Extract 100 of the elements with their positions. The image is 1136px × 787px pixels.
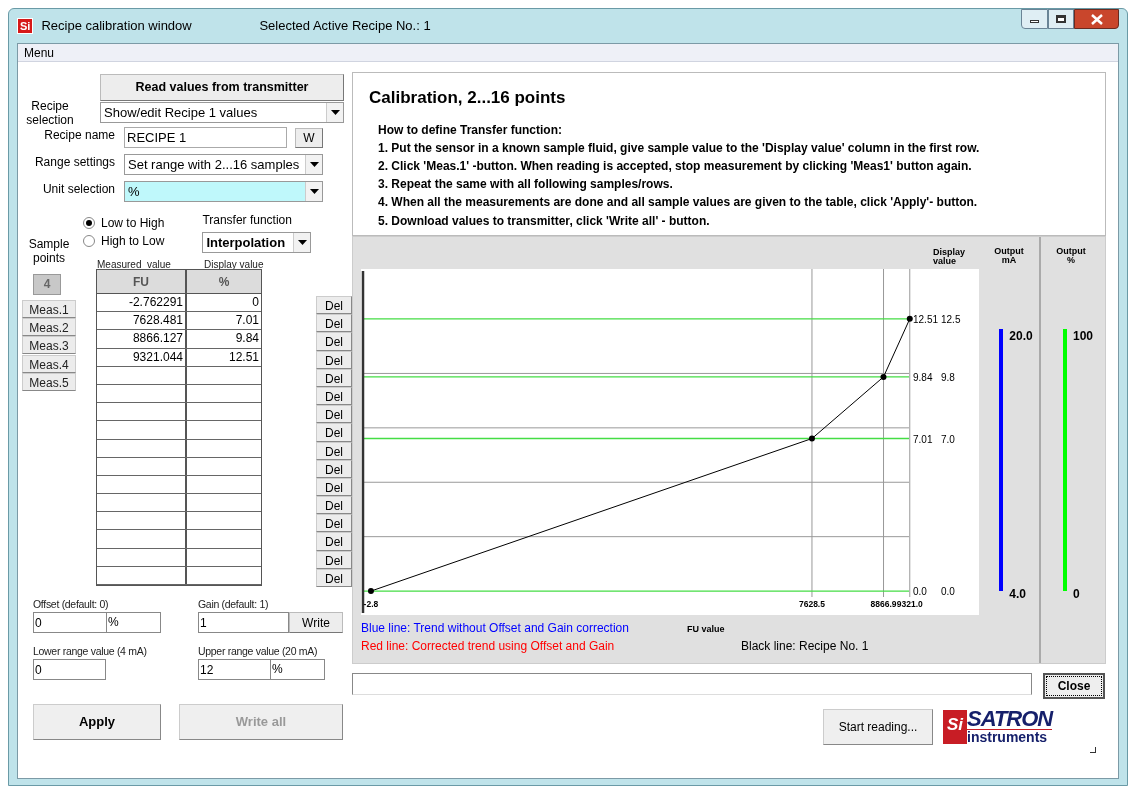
delete-button[interactable]: Del: [316, 296, 352, 315]
delete-button[interactable]: Del: [316, 423, 352, 442]
tick-label: 9.84: [913, 371, 933, 383]
table-cell[interactable]: 9321.044: [97, 348, 187, 366]
delete-button[interactable]: Del: [316, 332, 352, 351]
measure-button[interactable]: Meas.1: [22, 300, 76, 318]
tick-label: 9.8: [941, 371, 955, 383]
text-field[interactable]: 1: [198, 612, 289, 633]
dropdown[interactable]: Show/edit Recipe 1 values: [100, 102, 344, 123]
unit-field: %: [107, 612, 161, 633]
delete-button[interactable]: Del: [316, 314, 352, 333]
panel-title: Calibration, 2...16 points: [369, 87, 567, 109]
maximize-button[interactable]: [1048, 9, 1074, 29]
instruction-step: 3. Repeat the same with all following samples/rows.: [378, 175, 1089, 194]
instruction-step: 1. Put the sensor in a known sample fluid, give sample value to the 'Display value' column in the first row.: [378, 138, 1089, 157]
field-label: Unit selection: [41, 181, 116, 198]
unit-field: %: [271, 659, 325, 680]
table-cell[interactable]: 12.51: [187, 348, 261, 366]
output-title: Output: [1056, 247, 1086, 256]
scale-label: 20.0: [1009, 328, 1033, 345]
scale-label: 4.0: [1009, 586, 1027, 603]
data-point: [808, 435, 815, 442]
minimize-button[interactable]: [1021, 9, 1048, 29]
tick-label: 9321.0: [896, 599, 923, 609]
table-cell[interactable]: 7.01: [187, 312, 261, 330]
delete-button[interactable]: Del: [316, 405, 352, 424]
legend-text: Red line: Corrected trend using Offset and Gain: [361, 638, 616, 656]
dropdown[interactable]: %: [124, 181, 323, 202]
brand-mark: Si: [943, 709, 967, 744]
dropdown-arrow-icon: [309, 189, 319, 194]
measure-button[interactable]: Meas.2: [22, 318, 76, 337]
text-field[interactable]: RECIPE 1: [124, 127, 287, 148]
text-field[interactable]: 12: [198, 659, 271, 680]
radio-option[interactable]: High to Low: [83, 233, 165, 248]
legend-text: Blue line: Trend without Offset and Gain correction: [361, 621, 629, 636]
legend-text: Black line: Recipe No. 1: [741, 638, 869, 656]
output-title: Output: [994, 247, 1024, 256]
instruction-step: 2. Click 'Meas.1' -button. When reading is accepted, stop measurement by clicking 'Meas1' button again.: [378, 156, 1089, 176]
data-point: [880, 373, 887, 380]
field-label: Range settings: [33, 154, 116, 171]
brand-name: SATRON: [967, 709, 1053, 730]
instruction-step: 5. Download values to transmitter, click 'Write all' - button.: [378, 211, 1089, 230]
delete-button[interactable]: Del: [316, 514, 352, 533]
radio-option[interactable]: Low to High: [83, 215, 165, 230]
app-logo: Si: [17, 18, 34, 34]
resize-grip[interactable]: [1090, 747, 1097, 753]
axis-title: Display: [933, 247, 965, 257]
start-reading-button[interactable]: Start reading...: [823, 709, 933, 745]
column-header: FU: [97, 270, 187, 293]
column-header: %: [217, 273, 231, 291]
text-field[interactable]: 0: [33, 612, 107, 633]
dropdown-arrow-icon: [297, 240, 307, 245]
delete-button[interactable]: Del: [316, 532, 352, 551]
text-field[interactable]: 0: [33, 659, 106, 680]
delete-button[interactable]: Del: [316, 496, 352, 515]
tick-label: 7.0: [941, 433, 955, 445]
dropdown-arrow-icon: [330, 110, 340, 115]
measure-button[interactable]: Meas.3: [22, 336, 76, 355]
table-cell[interactable]: 7628.481: [97, 312, 187, 330]
transfer-function-label: Transfer function: [202, 212, 293, 229]
table-cell[interactable]: -2.762291: [97, 294, 187, 312]
write-button[interactable]: Write: [289, 612, 343, 633]
column-title: Display value: [203, 258, 264, 269]
tick-label: 8866.9: [870, 599, 897, 609]
sample-count-box: 4: [33, 274, 61, 295]
dropdown[interactable]: Interpolation: [202, 232, 312, 253]
window-title: Recipe calibration window: [41, 17, 193, 36]
tick-label: 12.51: [913, 313, 939, 325]
menu-item[interactable]: Menu: [24, 43, 55, 62]
field-label: Recipe selection: [25, 98, 75, 127]
window-subtitle: Selected Active Recipe No.: 1: [259, 17, 431, 36]
read-values-button[interactable]: Read values from transmitter: [100, 74, 344, 101]
small-button[interactable]: W: [295, 127, 323, 148]
axis-title: FU value: [686, 624, 725, 635]
dropdown[interactable]: Set range with 2...16 samples: [124, 154, 323, 175]
scale-label: 0: [1073, 586, 1081, 603]
close-button[interactable]: [1074, 9, 1119, 29]
field-label: Recipe name: [43, 127, 116, 144]
table-cell[interactable]: 8866.127: [97, 330, 187, 348]
action-button[interactable]: Apply: [33, 704, 161, 740]
axis-title: value: [933, 256, 956, 266]
table-cell[interactable]: 0: [187, 294, 261, 312]
instruction-step: 4. When all the measurements are done and all sample values are given to the table, click 'Apply'- button.: [378, 193, 1089, 212]
field-label: Upper range value (20 mA): [198, 644, 319, 657]
field-label: Offset (default: 0): [33, 597, 110, 610]
table-cell[interactable]: 9.84: [187, 330, 261, 348]
output-unit: mA: [1001, 256, 1017, 265]
field-label: Gain (default: 1): [198, 597, 270, 610]
tick-label: 0.0: [913, 586, 927, 598]
brand-subtitle: instruments: [967, 730, 1049, 744]
dropdown-arrow-icon: [309, 162, 319, 167]
instructions-heading: How to define Transfer function:: [378, 121, 563, 139]
data-point: [367, 588, 374, 595]
close-dialog-button[interactable]: Close: [1043, 673, 1105, 699]
tick-label: 12.5: [941, 313, 961, 325]
tick-label: 0.0: [941, 586, 955, 598]
close-icon: [1090, 13, 1103, 25]
measure-button[interactable]: Meas.4: [22, 354, 76, 373]
tick-label: 7.01: [913, 433, 933, 445]
output-unit: %: [1067, 256, 1075, 265]
